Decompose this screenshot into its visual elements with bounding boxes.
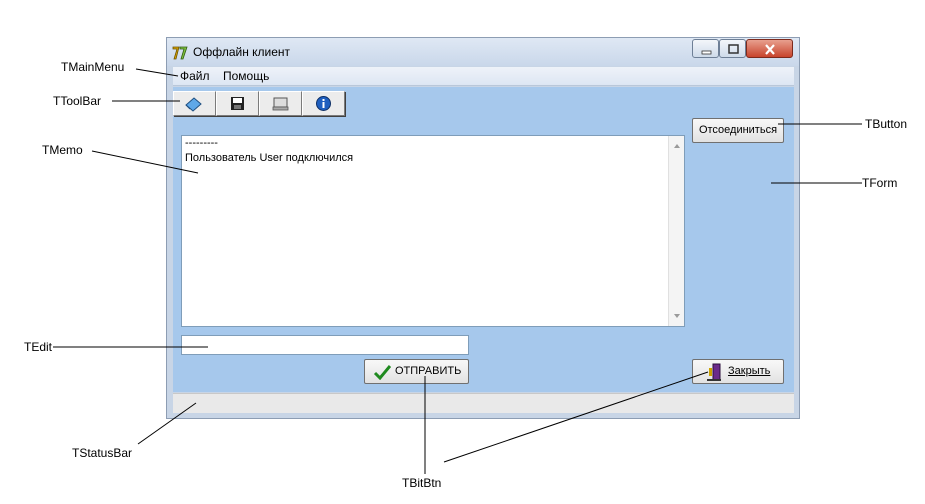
- annotation-lines: [53, 68, 862, 474]
- annotation-label-toolbar: TToolBar: [53, 94, 102, 108]
- annotation-label-form: TForm: [862, 176, 898, 190]
- annotation-label-edit: TEdit: [24, 340, 53, 354]
- annotation-label-status-bar: TStatusBar: [72, 446, 133, 460]
- annotation-label-memo: TMemo: [42, 143, 83, 157]
- annotation-label-bitbtn: TBitBtn: [402, 476, 442, 490]
- annotation-label-main-menu: TMainMenu: [61, 60, 125, 74]
- annotation-label-button: TButton: [865, 117, 908, 131]
